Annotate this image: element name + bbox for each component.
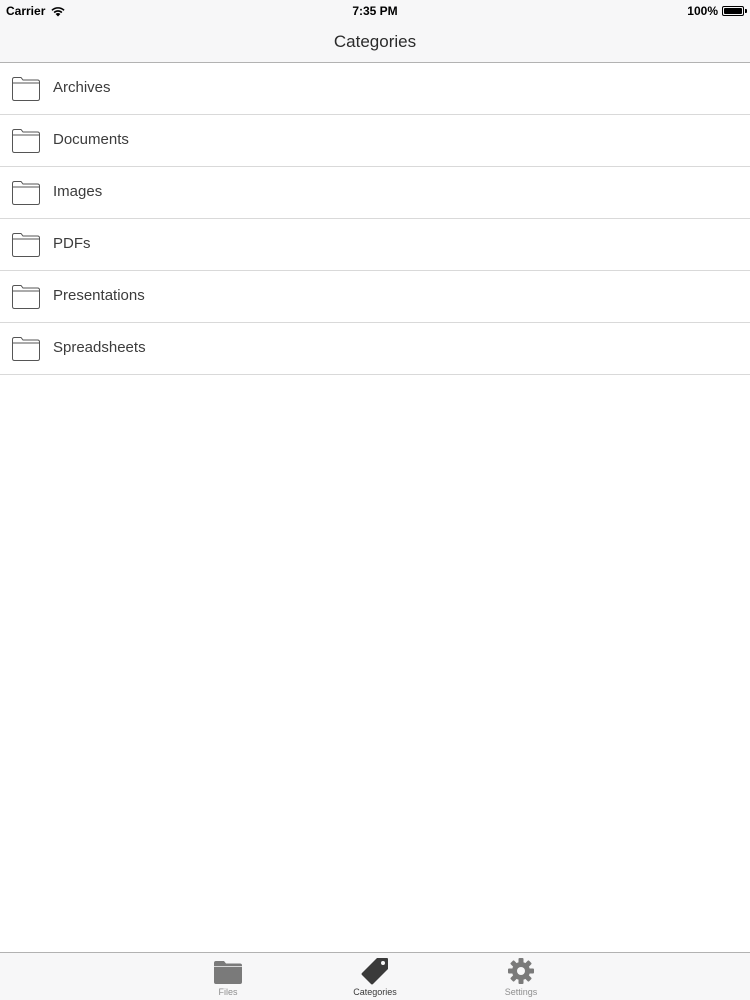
category-label: Images [53, 183, 103, 200]
category-item-images[interactable]: Images [0, 167, 750, 219]
top-chrome: Carrier 7:35 PM 100% Categories [0, 0, 750, 63]
tab-bar: Files Categories Settings [0, 952, 750, 1000]
tab-label: Files [218, 987, 238, 997]
category-label: Spreadsheets [53, 339, 146, 356]
category-label: Documents [53, 131, 129, 148]
category-item-presentations[interactable]: Presentations [0, 271, 750, 323]
category-item-archives[interactable]: Archives [0, 63, 750, 115]
category-label: Presentations [53, 287, 145, 304]
category-list: Archives Documents Images PDFs Presentat… [0, 63, 750, 375]
navigation-bar: Categories [0, 22, 750, 62]
battery-fill [724, 8, 742, 14]
category-item-pdfs[interactable]: PDFs [0, 219, 750, 271]
folder-icon [12, 233, 40, 257]
folder-icon [12, 77, 40, 101]
status-bar: Carrier 7:35 PM 100% [0, 0, 750, 22]
folder-icon [12, 337, 40, 361]
tag-icon [361, 958, 388, 985]
battery-indicator: 100% [687, 4, 747, 18]
screen: Carrier 7:35 PM 100% Categories Archives… [0, 0, 750, 1000]
category-item-spreadsheets[interactable]: Spreadsheets [0, 323, 750, 375]
tab-categories[interactable]: Categories [335, 953, 415, 1000]
category-label: Archives [53, 79, 111, 96]
tab-files[interactable]: Files [188, 953, 268, 1000]
tab-label: Settings [504, 987, 538, 997]
tab-settings[interactable]: Settings [481, 953, 561, 1000]
status-time: 7:35 PM [352, 4, 398, 18]
battery-percentage: 100% [687, 4, 718, 18]
category-label: PDFs [53, 235, 91, 252]
category-item-documents[interactable]: Documents [0, 115, 750, 167]
folder-icon [12, 181, 40, 205]
folder-icon [12, 285, 40, 309]
battery-icon [722, 6, 747, 16]
page-title: Categories [333, 32, 417, 51]
gear-icon [508, 958, 534, 984]
tab-label: Categories [353, 987, 397, 997]
folder-icon [12, 129, 40, 153]
folder-filled-icon [214, 961, 242, 984]
